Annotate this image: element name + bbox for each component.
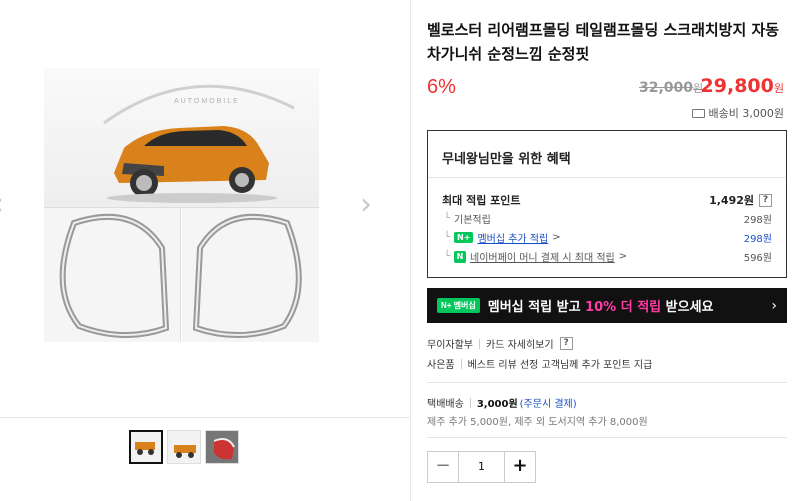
- molding-right-photo: [182, 208, 319, 342]
- product-info-panel: 벨로스터 리어램프몰딩 테일램프몰딩 스크래치방지 자동차가니쉬 순정느낌 순정…: [410, 0, 800, 501]
- main-product-image[interactable]: AUTOMOBILE: [44, 68, 319, 342]
- section-divider: [427, 437, 787, 438]
- delivery-fee: 3,000원: [476, 399, 518, 410]
- tree-corner-icon: └: [444, 213, 451, 224]
- points-row-basic-label: 기본적립: [454, 215, 491, 226]
- points-row-basic-value: 298원: [743, 215, 772, 226]
- divider: [469, 397, 471, 408]
- image-gallery: ‹ › AUTOMOBILE: [0, 0, 410, 501]
- discount-rate: 6%: [427, 76, 456, 98]
- card-detail-link[interactable]: 카드 자세히보기: [486, 336, 554, 351]
- promo-text-after: 받으세요: [661, 300, 714, 315]
- product-title: 벨로스터 리어램프몰딩 테일램프몰딩 스크래치방지 자동차가니쉬 순정느낌 순정…: [427, 21, 780, 63]
- car-photo: AUTOMOBILE: [44, 68, 319, 208]
- sale-price-unit: 원: [773, 82, 784, 95]
- points-row-npay-value: 596원: [743, 253, 772, 264]
- molding-left-photo: [44, 208, 181, 342]
- delivery-row: 택배배송 3,000원 (주문시 결제): [427, 395, 577, 410]
- max-points-value: 1,492원: [709, 194, 754, 207]
- thumbnail-1[interactable]: [129, 430, 163, 464]
- delivery-label: 택배배송: [427, 399, 464, 410]
- benefit-divider: [428, 177, 786, 178]
- membership-badge: N+ 멤버십: [437, 298, 480, 313]
- gallery-divider: [0, 417, 410, 418]
- original-price-value: 32,000: [639, 80, 694, 96]
- installment-row: 무이자할부 카드 자세히보기 ?: [427, 336, 573, 351]
- benefit-box: 무네왕님만을 위한 혜택 최대 적립 포인트 1,492원 ? └ 기본적립 29…: [427, 130, 787, 278]
- npay-link[interactable]: 네이버페이 머니 결제 시 최대 적립: [470, 249, 615, 264]
- brand-watermark: AUTOMOBILE: [174, 98, 240, 105]
- promo-text: 멤버십 적립 받고 10% 더 적립 받으세요: [488, 296, 764, 315]
- section-divider: [427, 382, 787, 383]
- divider: [479, 338, 480, 349]
- original-price: 32,000원: [639, 80, 703, 96]
- prev-image-button[interactable]: ‹: [0, 190, 4, 220]
- divider: [460, 358, 462, 369]
- points-row-membership-value: 298원: [743, 234, 772, 245]
- sale-price-value: 29,800: [700, 75, 774, 97]
- points-row-basic: └ 기본적립 298원: [442, 211, 772, 226]
- shipping-fee: 배송비 3,000원: [691, 105, 784, 121]
- delivery-extra-fee: 제주 추가 5,000원, 제주 외 도서지역 추가 8,000원: [427, 417, 648, 428]
- tree-corner-icon: └: [444, 232, 451, 243]
- membership-link[interactable]: 멤버십 추가 적립: [477, 230, 548, 245]
- sale-price: 29,800원: [701, 75, 784, 97]
- help-icon[interactable]: ?: [559, 337, 573, 350]
- gift-row: 사은품 베스트 리뷰 선정 고객님께 추가 포인트 지급: [427, 356, 652, 371]
- gift-label: 사은품: [427, 360, 455, 371]
- benefit-title: 무네왕님만을 위한 혜택: [442, 152, 571, 167]
- chevron-right-icon: ›: [771, 297, 777, 314]
- npay-badge: N: [454, 250, 467, 263]
- max-points-row: 최대 적립 포인트 1,492원 ?: [442, 192, 772, 208]
- promo-highlight: 10% 더 적립: [585, 300, 662, 315]
- npay-plus-badge: N+: [454, 232, 474, 243]
- chevron-right-icon: >: [618, 251, 628, 262]
- thumbnail-3[interactable]: [205, 430, 239, 464]
- chevron-right-icon: >: [552, 232, 561, 243]
- quantity-input[interactable]: 1: [458, 452, 505, 482]
- quantity-decrease-button[interactable]: −: [428, 452, 458, 482]
- gift-text: 베스트 리뷰 선정 고객님께 추가 포인트 지급: [467, 360, 653, 371]
- promo-text-before: 멤버십 적립 받고: [487, 300, 586, 315]
- delivery-note: (주문시 결제): [519, 399, 577, 410]
- thumbnail-2[interactable]: [167, 430, 201, 464]
- shipping-fee-text: 배송비 3,000원: [708, 107, 784, 120]
- points-row-npay[interactable]: └ N 네이버페이 머니 결제 시 최대 적립 > 596원: [442, 249, 772, 264]
- quantity-stepper: − 1 +: [427, 451, 536, 483]
- points-row-membership[interactable]: └ N+ 멤버십 추가 적립 > 298원: [442, 230, 772, 245]
- tree-corner-icon: └: [444, 251, 451, 262]
- installment-label: 무이자할부: [427, 340, 473, 351]
- next-image-button[interactable]: ›: [360, 190, 372, 220]
- quantity-increase-button[interactable]: +: [505, 452, 535, 482]
- truck-icon: [691, 108, 705, 118]
- thumbnail-list: [129, 430, 239, 464]
- help-icon[interactable]: ?: [759, 193, 772, 207]
- membership-promo-banner[interactable]: N+ 멤버십 멤버십 적립 받고 10% 더 적립 받으세요 ›: [427, 288, 787, 323]
- max-points-label: 최대 적립 포인트: [442, 194, 521, 207]
